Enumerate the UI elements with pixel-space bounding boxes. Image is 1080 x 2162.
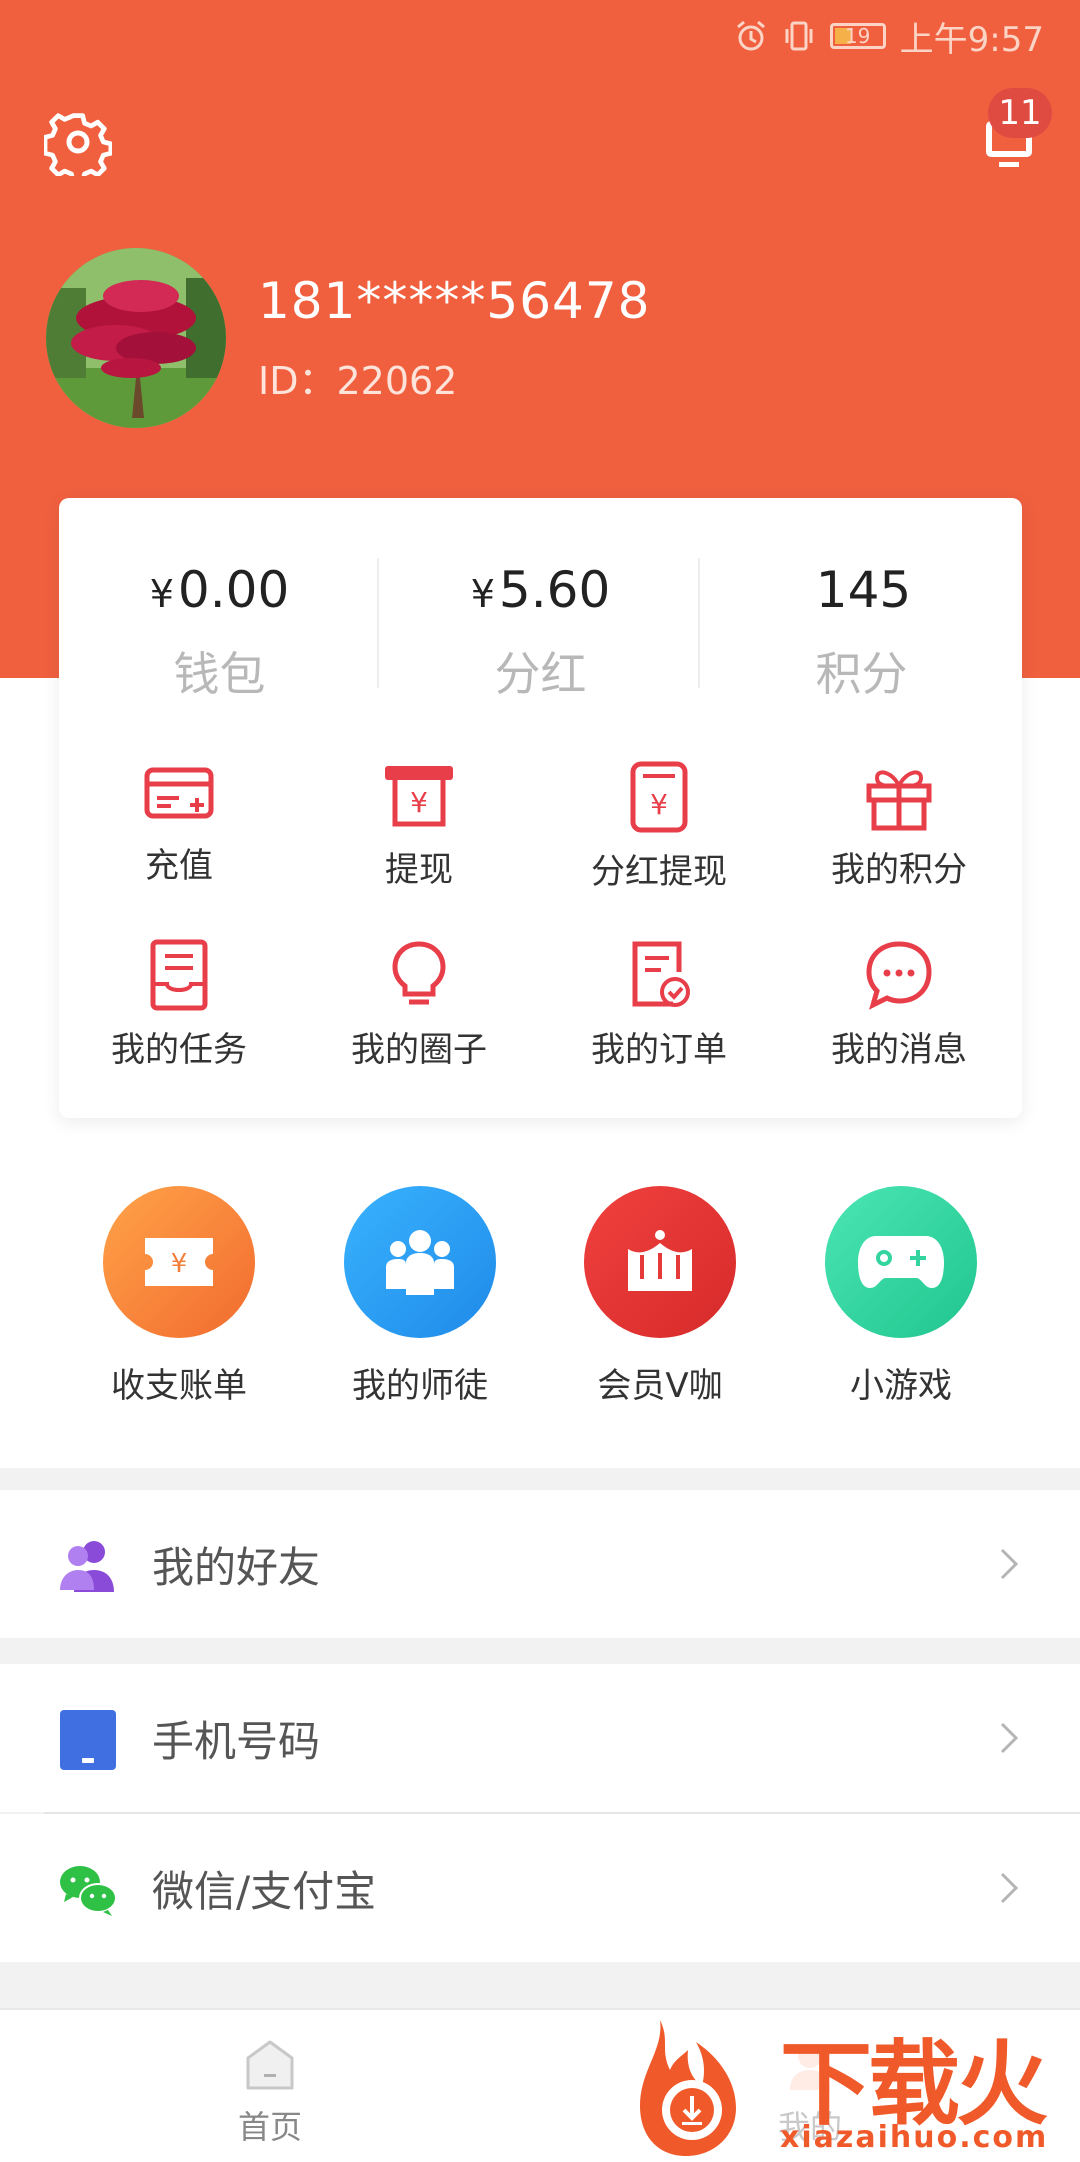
action-bonus-withdraw[interactable]: ¥ 分红提现 [539, 760, 779, 893]
notification-badge: 11 [988, 88, 1052, 138]
wechat-icon [60, 1866, 117, 1916]
feature-vip[interactable]: 会员V咖 [540, 1186, 780, 1407]
chevron-right-icon [1000, 1548, 1019, 1580]
action-label: 分红提现 [591, 852, 727, 892]
battery-level: 19 [844, 24, 871, 48]
action-my-orders[interactable]: 我的订单 [539, 938, 779, 1071]
action-label: 提现 [385, 850, 453, 890]
feature-bills[interactable]: ¥ 收支账单 [59, 1186, 299, 1407]
action-label: 我的消息 [831, 1030, 967, 1070]
action-my-messages[interactable]: 我的消息 [779, 938, 1019, 1071]
feature-label: 收支账单 [111, 1366, 247, 1406]
list-item-label: 手机号码 [152, 1717, 321, 1766]
feature-minigame[interactable]: 小游戏 [781, 1186, 1021, 1407]
stat-bonus[interactable]: ¥5.60 分红 [380, 560, 701, 704]
gift-icon [866, 770, 932, 831]
chat-bubble-icon [866, 941, 932, 1010]
order-icon [632, 941, 690, 1007]
stat-label: 钱包 [173, 647, 266, 701]
status-bar: 19 上午9:57 [734, 14, 1044, 60]
stat-wallet[interactable]: ¥0.00 钱包 [59, 560, 380, 704]
feature-circle [344, 1186, 496, 1338]
list-item-label: 微信/支付宝 [152, 1867, 377, 1916]
svg-text:¥: ¥ [410, 786, 428, 819]
action-label: 充值 [145, 846, 213, 886]
stat-value: 0.00 [177, 561, 290, 619]
user-phone: 181*****56478 [258, 272, 651, 330]
action-label: 我的圈子 [351, 1030, 487, 1070]
flame-logo-icon [640, 2020, 736, 2156]
home-icon [246, 2040, 294, 2090]
vibrate-icon [785, 21, 813, 51]
feature-label: 我的师徒 [352, 1366, 488, 1406]
tab-home[interactable]: 首页 [140, 2038, 400, 2148]
action-my-circle[interactable]: 我的圈子 [299, 938, 539, 1071]
people-icon [386, 1230, 454, 1295]
feature-label: 小游戏 [850, 1366, 952, 1406]
chevron-right-icon [1000, 1722, 1019, 1754]
list-item-phone[interactable]: 手机号码 [0, 1664, 1080, 1812]
action-label: 我的积分 [831, 850, 967, 890]
action-recharge[interactable]: 充值 [59, 760, 299, 887]
bonus-withdraw-icon: ¥ [630, 761, 688, 833]
stat-points[interactable]: 145 积分 [701, 560, 1022, 704]
avatar[interactable] [46, 248, 226, 428]
stat-value: 5.60 [498, 561, 611, 619]
watermark-url: xiazaihuo.com [780, 2120, 1049, 2155]
phone-icon [60, 1710, 116, 1770]
stat-currency: ¥ [149, 572, 174, 616]
action-label: 我的任务 [111, 1030, 247, 1070]
list-item-friends[interactable]: 我的好友 [0, 1490, 1080, 1638]
feature-mentors[interactable]: 我的师徒 [300, 1186, 540, 1407]
lightbulb-icon [392, 941, 446, 1005]
ticket-icon: ¥ [145, 1238, 213, 1286]
action-label: 我的订单 [591, 1030, 727, 1070]
status-time: 上午9:57 [899, 19, 1044, 60]
user-id: ID：22062 [258, 359, 458, 403]
avatar-image [46, 248, 226, 428]
svg-text:¥: ¥ [171, 1249, 188, 1279]
watermark-logo: 下载火 xiazaihuo.com [640, 2010, 1080, 2160]
action-my-tasks[interactable]: 我的任务 [59, 938, 299, 1071]
stat-label: 分红 [494, 647, 587, 701]
list-item-wechat-alipay[interactable]: 微信/支付宝 [0, 1814, 1080, 1962]
gamepad-icon [858, 1236, 944, 1288]
stat-label: 积分 [815, 647, 908, 701]
feature-circle [825, 1186, 977, 1338]
tab-label: 首页 [237, 2108, 302, 2146]
battery-icon: 19 [829, 23, 886, 49]
task-icon [150, 939, 208, 1011]
chevron-right-icon [1000, 1872, 1019, 1904]
stat-value: 145 [815, 561, 912, 619]
feature-circle: ¥ [103, 1186, 255, 1338]
withdraw-icon: ¥ [385, 766, 453, 827]
feature-circle [584, 1186, 736, 1338]
settings-gear-icon[interactable] [44, 108, 112, 176]
divider [698, 558, 700, 688]
divider [377, 558, 379, 688]
crown-icon [628, 1230, 692, 1291]
wallet-card: ¥0.00 钱包 ¥5.60 分红 145 积分 充值 ¥ 提现 ¥ 分红提现 … [59, 498, 1022, 1118]
alarm-icon [736, 20, 765, 51]
action-my-points[interactable]: 我的积分 [779, 760, 1019, 891]
feature-label: 会员V咖 [597, 1366, 723, 1406]
friends-icon [60, 1541, 114, 1592]
stat-currency: ¥ [470, 572, 495, 616]
svg-text:¥: ¥ [650, 788, 668, 821]
card-add-icon [144, 767, 214, 819]
list-item-label: 我的好友 [152, 1543, 321, 1592]
action-withdraw[interactable]: ¥ 提现 [299, 760, 539, 891]
